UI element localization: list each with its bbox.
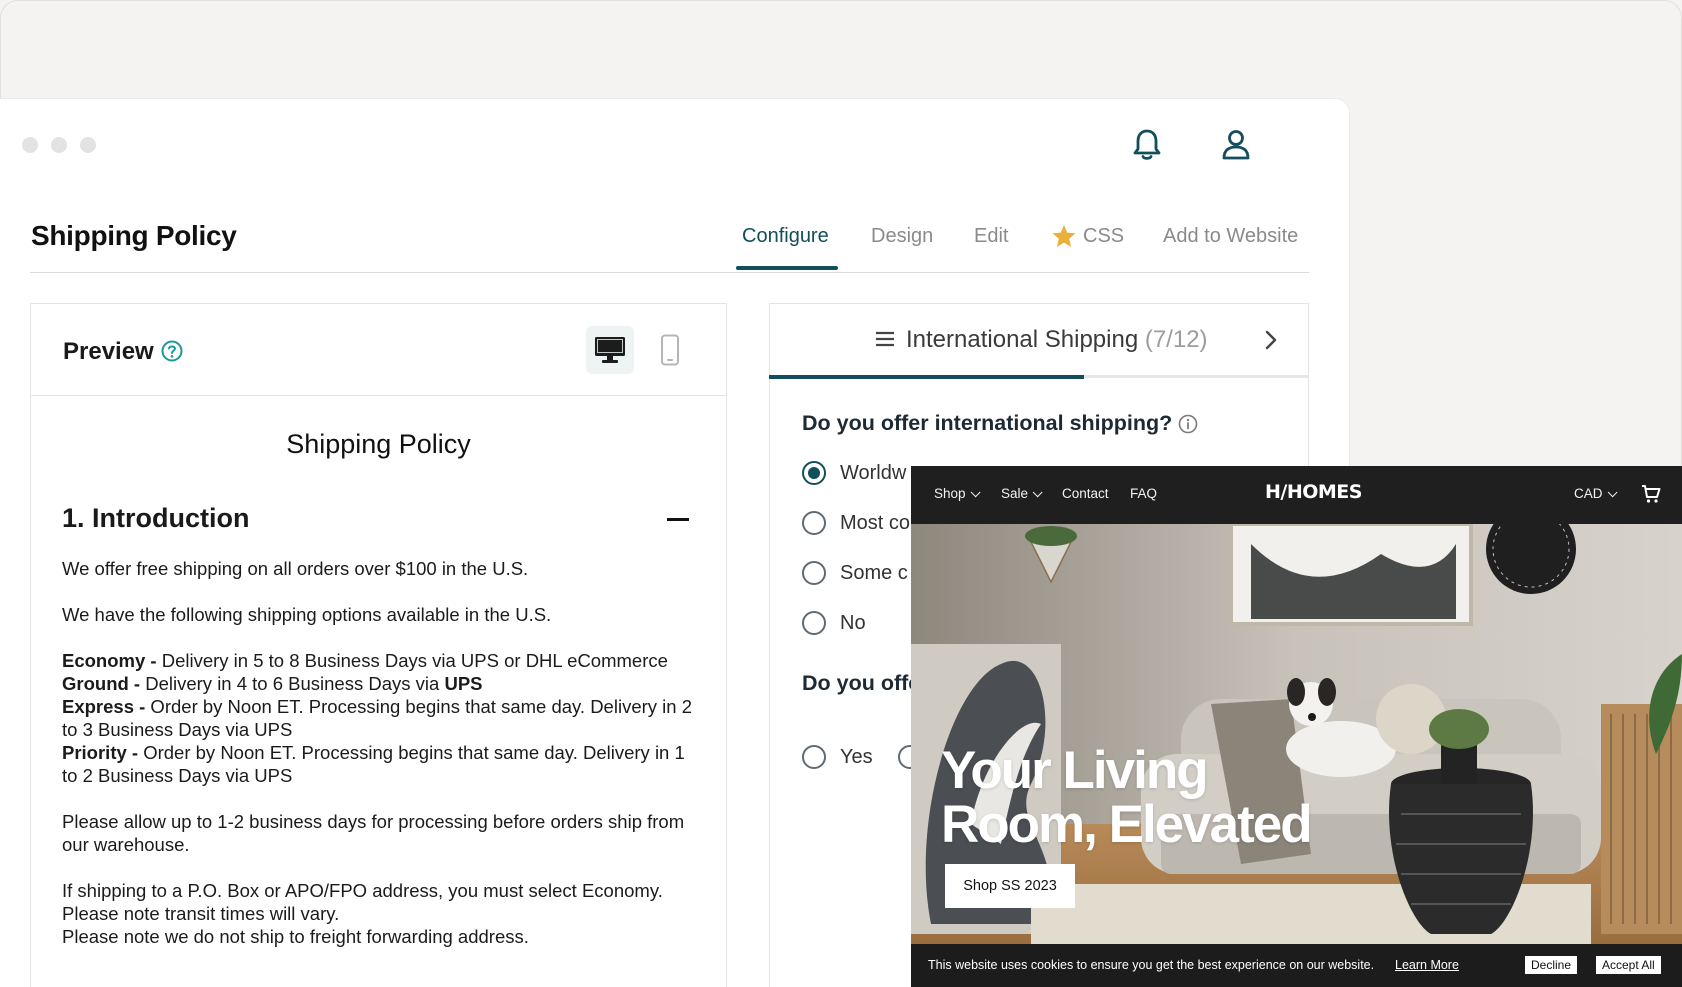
tab-add-to-website[interactable]: Add to Website (1163, 225, 1298, 248)
nav-sale-label: Sale (1001, 486, 1029, 501)
section-progress-bar (769, 375, 1084, 379)
radio-label: Some c (840, 561, 908, 584)
cookie-banner: This website uses cookies to ensure you … (911, 944, 1682, 987)
website-preview: Shop Sale Contact FAQ H/HOMES CAD Your L… (911, 466, 1682, 987)
document-title: Shipping Policy (286, 429, 471, 459)
option-label: Ground - (62, 673, 141, 694)
question-section-title: International Shipping (7/12) (906, 326, 1208, 354)
paragraph: If shipping to a P.O. Box or APO/FPO add… (62, 880, 663, 924)
accept-all-button[interactable]: Accept All (1596, 956, 1661, 974)
radio-label: Worldw (840, 461, 907, 484)
radio-button[interactable] (802, 611, 826, 635)
preview-header: Preview (31, 304, 726, 396)
paragraph: Please note we do not ship to freight fo… (62, 926, 529, 947)
hero-line: Your Living (941, 741, 1209, 800)
tab-css[interactable]: CSS (1051, 224, 1125, 248)
radio-option[interactable]: Yes (802, 745, 873, 769)
window-close-dot[interactable] (22, 137, 38, 153)
tab-css-label: CSS (1083, 225, 1125, 247)
option-carrier: UPS (444, 673, 483, 694)
window-controls (22, 137, 96, 153)
desktop-view-button[interactable] (586, 326, 634, 374)
collapse-section-button[interactable] (667, 518, 689, 521)
radio-button-selected[interactable] (802, 461, 826, 485)
site-logo[interactable]: H/HOMES (1265, 481, 1362, 503)
radio-label: Most co (840, 511, 911, 534)
page-title: Shipping Policy (31, 220, 237, 251)
window-maximize-dot[interactable] (80, 137, 96, 153)
question-international-shipping: Do you offer international shipping? (802, 411, 1173, 435)
nav-shop-label: Shop (934, 486, 966, 501)
site-navigation: Shop Sale Contact FAQ H/HOMES CAD (911, 466, 1682, 524)
tab-design[interactable]: Design (871, 225, 933, 248)
section-title: 1. Introduction (62, 503, 250, 533)
chevron-down-icon (1032, 487, 1043, 498)
desktop-icon (595, 337, 625, 363)
info-icon[interactable] (1178, 414, 1198, 434)
shipping-option-economy: Economy - Delivery in 5 to 8 Business Da… (62, 649, 702, 672)
cookie-message: This website uses cookies to ensure you … (928, 958, 1375, 972)
radio-label: No (840, 611, 866, 634)
question-section-header: International Shipping (7/12) (770, 304, 1308, 378)
chevron-down-icon (970, 487, 981, 498)
radio-option[interactable]: Worldw (802, 461, 906, 485)
currency-label: CAD (1574, 486, 1603, 501)
radio-button[interactable] (802, 561, 826, 585)
paragraph: We have the following shipping options a… (62, 604, 552, 625)
chevron-down-icon (1607, 487, 1618, 498)
section-progress: (7/12) (1144, 326, 1208, 353)
shipping-option-priority: Priority - Order by Noon ET. Processing … (62, 741, 702, 787)
star-icon (1052, 224, 1076, 247)
nav-contact[interactable]: Contact (1062, 486, 1109, 501)
paragraph: Please allow up to 1-2 business days for… (62, 811, 685, 855)
preview-panel: Preview Shipping Policy 1. Introduction (30, 303, 727, 987)
radio-button[interactable] (802, 511, 826, 535)
radio-option[interactable]: Most co (802, 511, 910, 535)
tab-edit[interactable]: Edit (974, 225, 1008, 248)
option-text: Delivery in 4 to 6 Business Days via (140, 673, 445, 694)
shipping-option-ground: Ground - Delivery in 4 to 6 Business Day… (62, 672, 702, 695)
hero-line: Room, Elevated (941, 795, 1313, 854)
menu-icon[interactable] (874, 328, 896, 350)
help-icon[interactable] (161, 340, 183, 362)
nav-faq[interactable]: FAQ (1130, 486, 1157, 501)
chevron-right-icon[interactable] (1258, 326, 1284, 354)
hero-headline: Your Living Room, Elevated (941, 741, 1313, 854)
nav-sale[interactable]: Sale (1001, 486, 1043, 501)
mobile-view-button[interactable] (646, 326, 694, 374)
user-icon[interactable] (1218, 127, 1254, 163)
bell-icon[interactable] (1129, 127, 1165, 163)
active-tab-indicator (736, 266, 838, 270)
tabs-divider (30, 272, 1309, 273)
nav-shop[interactable]: Shop (934, 486, 981, 501)
option-label: Priority - (62, 742, 139, 763)
paragraph: We offer free shipping on all orders ove… (62, 558, 529, 579)
shop-cta-button[interactable]: Shop SS 2023 (945, 864, 1075, 908)
shipping-option-express: Express - Order by Noon ET. Processing b… (62, 695, 702, 741)
currency-selector[interactable]: CAD (1574, 486, 1618, 501)
option-label: Economy - (62, 650, 157, 671)
learn-more-link[interactable]: Learn More (1395, 958, 1459, 972)
option-label: Express - (62, 696, 146, 717)
section-body: We offer free shipping on all orders ove… (62, 557, 702, 948)
option-text: Order by Noon ET. Processing begins that… (62, 696, 692, 740)
radio-button[interactable] (802, 745, 826, 769)
mobile-icon (661, 334, 679, 366)
preview-label: Preview (63, 338, 154, 365)
window-minimize-dot[interactable] (51, 137, 67, 153)
section-name: International Shipping (906, 326, 1139, 353)
radio-option[interactable]: Some c (802, 561, 908, 585)
radio-label: Yes (840, 745, 873, 768)
decline-button[interactable]: Decline (1525, 956, 1578, 974)
option-text: Delivery in 5 to 8 Business Days via UPS… (156, 650, 668, 671)
option-text: Order by Noon ET. Processing begins that… (62, 742, 685, 786)
radio-option[interactable]: No (802, 611, 866, 635)
tab-configure[interactable]: Configure (742, 225, 829, 248)
cart-icon[interactable] (1641, 484, 1661, 504)
tab-bar: Configure Design Edit CSS Add to Website (736, 212, 1309, 272)
